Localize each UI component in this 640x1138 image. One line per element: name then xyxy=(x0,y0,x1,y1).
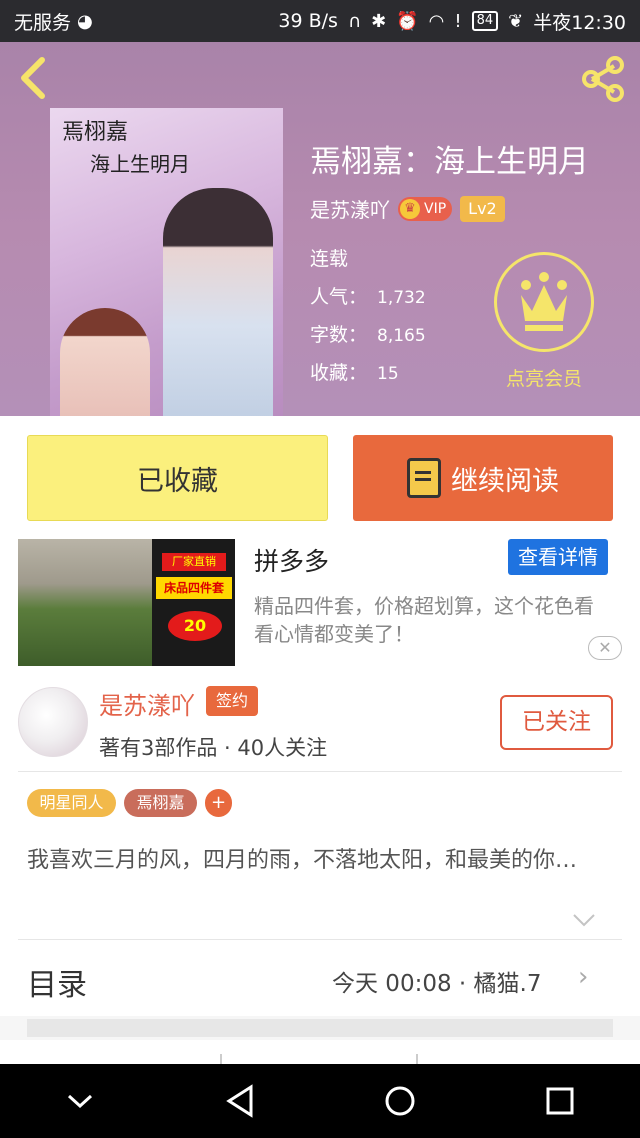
alarm-icon: ⏰ xyxy=(396,10,419,32)
ad-photo-bedding xyxy=(18,539,152,666)
ad-banner[interactable]: 厂家直销 床品四件套 20 拼多多 查看详情 精品四件套，价格超划算，这个花色看… xyxy=(0,536,640,670)
tab-separator xyxy=(220,1054,222,1064)
tag-character[interactable]: 焉栩嘉 xyxy=(124,789,197,817)
alert-icon: ! xyxy=(454,10,462,32)
ad-image-tag-bedding: 床品四件套 xyxy=(156,577,232,599)
intro-section: 明星同人 焉栩嘉 + 我喜欢三月的风，四月的雨，不落地太阳，和最美的你… xyxy=(0,772,640,940)
author-meta: 著有3部作品 · 40人关注 xyxy=(99,736,328,760)
word-count-value: 8,165 xyxy=(377,326,426,346)
ad-description: 精品四件套，价格超划算，这个花色看看心情都变美了！ xyxy=(254,594,594,646)
crown-icon: ♛ xyxy=(400,198,420,219)
nav-back-button[interactable] xyxy=(210,1071,270,1131)
ad-image-tag-price: 20 xyxy=(168,611,222,641)
chevron-down-icon xyxy=(67,1094,93,1109)
author-card-name[interactable]: 是苏漾吖 xyxy=(99,686,195,721)
favorites-stat: 收藏： 15 xyxy=(310,358,399,385)
continue-reading-label: 继续阅读 xyxy=(451,465,559,497)
book-intro: 我喜欢三月的风，四月的雨，不落地太阳，和最美的你… xyxy=(27,848,578,873)
tab-separator xyxy=(416,1054,418,1064)
chevron-down-icon[interactable] xyxy=(572,912,596,928)
vip-badge: ♛ VIP xyxy=(398,196,453,221)
clock-text: 半夜12:30 xyxy=(533,11,626,34)
book-header: 焉栩嘉 海上生明月 焉栩嘉：海上生明月 是苏漾吖 ♛ VIP Lv2 连载 人气… xyxy=(0,42,640,416)
word-count-stat: 字数： 8,165 xyxy=(310,320,426,347)
ad-detail-button[interactable]: 查看详情 xyxy=(508,539,608,575)
cover-title-line1: 焉栩嘉 xyxy=(62,120,129,145)
circle-home-icon xyxy=(385,1086,415,1116)
status-bar: 无服务 ◕ 39 B/s ∩ ✱ ⏰ ◠ ! 84 ❦ 半夜12:30 xyxy=(0,0,640,42)
triangle-back-icon xyxy=(226,1084,253,1118)
author-row: 是苏漾吖 ♛ VIP Lv2 xyxy=(310,194,505,223)
vip-label: VIP xyxy=(424,200,447,217)
section-separator xyxy=(27,1019,613,1037)
carrier-text: 无服务 xyxy=(14,11,72,34)
wifi-icon: ◠ xyxy=(428,10,445,32)
favorites-label: 收藏： xyxy=(310,362,368,384)
nav-hide-button[interactable] xyxy=(50,1071,110,1131)
collected-button[interactable]: 已收藏 xyxy=(27,435,328,521)
book-icon xyxy=(407,458,441,498)
vip-member-label[interactable]: 点亮会员 xyxy=(494,364,594,391)
share-icon xyxy=(582,56,624,102)
cover-figure-female xyxy=(60,308,150,416)
popularity-stat: 人气： 1,732 xyxy=(310,282,426,309)
latest-update: 今天 00:08 · 橘猫.7 xyxy=(332,971,542,997)
author-name[interactable]: 是苏漾吖 xyxy=(310,194,390,223)
catalog-title: 目录 xyxy=(27,968,87,1003)
headphones-icon: ∩ xyxy=(347,10,362,32)
popularity-value: 1,732 xyxy=(377,288,426,308)
vip-member-button[interactable] xyxy=(494,252,594,352)
nav-recents-button[interactable] xyxy=(530,1071,590,1131)
bluetooth-icon: ✱ xyxy=(371,10,387,32)
share-button[interactable] xyxy=(578,54,628,104)
serial-status: 连载 xyxy=(310,248,349,270)
book-title: 焉栩嘉：海上生明月 xyxy=(310,144,589,180)
action-bar: 已收藏 继续阅读 xyxy=(0,416,640,536)
battery-icon: 84 xyxy=(471,11,499,31)
ad-image[interactable]: 厂家直销 床品四件套 20 xyxy=(18,539,235,666)
bottom-tabs-peek xyxy=(0,1040,640,1064)
close-icon[interactable]: ✕ xyxy=(588,636,622,660)
catalog-row[interactable]: 目录 今天 00:08 · 橘猫.7 › xyxy=(0,940,640,1016)
level-badge: Lv2 xyxy=(460,195,505,222)
word-count-label: 字数： xyxy=(310,324,368,346)
book-cover[interactable]: 焉栩嘉 海上生明月 xyxy=(50,108,283,416)
system-nav-bar xyxy=(0,1064,640,1138)
ad-image-tag-factory: 厂家直销 xyxy=(162,553,226,571)
cover-title-line2: 海上生明月 xyxy=(90,152,190,176)
globe-icon: ◕ xyxy=(77,10,93,32)
leaf-icon: ❦ xyxy=(508,10,524,32)
add-tag-button[interactable]: + xyxy=(205,789,232,817)
tag-star-fanfic[interactable]: 明星同人 xyxy=(27,789,116,817)
cover-figure-male xyxy=(163,188,273,416)
square-recents-icon xyxy=(546,1087,574,1115)
chevron-left-icon xyxy=(21,57,45,99)
follow-button[interactable]: 已关注 xyxy=(500,695,613,750)
back-button[interactable] xyxy=(16,56,56,100)
favorites-value: 15 xyxy=(377,364,399,384)
popularity-label: 人气： xyxy=(310,286,368,308)
chevron-right-icon: › xyxy=(578,962,589,992)
continue-reading-button[interactable]: 继续阅读 xyxy=(353,435,613,521)
ad-title: 拼多多 xyxy=(254,547,330,576)
net-speed-text: 39 B/s xyxy=(278,10,338,32)
author-card[interactable]: 是苏漾吖 签约 著有3部作品 · 40人关注 已关注 xyxy=(0,670,640,772)
nav-home-button[interactable] xyxy=(370,1071,430,1131)
avatar[interactable] xyxy=(18,687,88,757)
signed-badge: 签约 xyxy=(206,686,258,716)
crown-icon xyxy=(521,272,567,331)
